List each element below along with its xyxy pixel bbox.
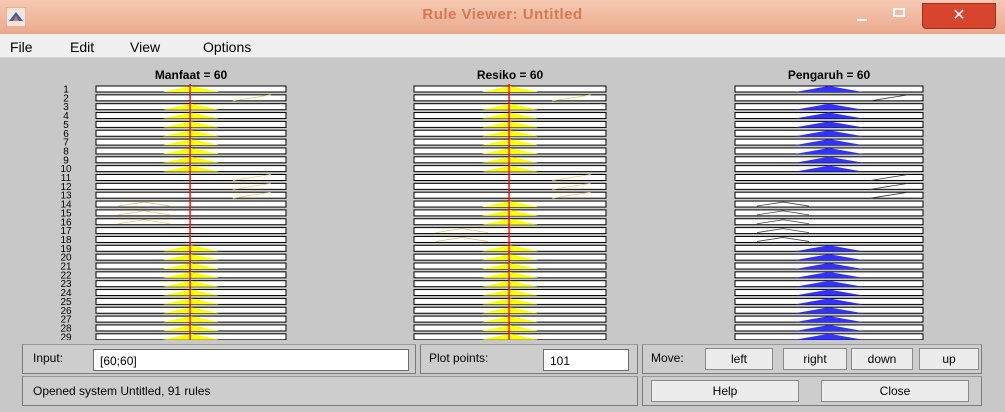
plot-points-field[interactable]: 101: [543, 349, 629, 371]
maximize-button[interactable]: [885, 6, 913, 24]
rule-cell: [734, 200, 924, 208]
rule-cell: [734, 94, 924, 102]
rule-cell: [95, 218, 287, 226]
move-panel: Move: left right down up: [642, 344, 982, 374]
plot-points-panel: Plot points: 101: [420, 344, 638, 374]
menu-options[interactable]: Options: [203, 39, 251, 55]
help-button[interactable]: Help: [651, 380, 799, 402]
menu-edit[interactable]: Edit: [70, 39, 94, 55]
rule-cell: [734, 235, 924, 243]
rule-cell: [413, 191, 607, 199]
title-bar: Rule Viewer: Untitled ✕: [0, 0, 1005, 34]
rule-plots-canvas[interactable]: Manfaat = 60 Resiko = 60 Pengaruh = 601234…: [0, 58, 1005, 340]
rule-cell: [95, 209, 287, 217]
rule-cell: [413, 182, 607, 190]
input-panel: Input: [60;60]: [22, 344, 416, 374]
move-right-button[interactable]: right: [783, 348, 847, 370]
rule-cell: [734, 209, 924, 217]
move-left-button[interactable]: left: [705, 348, 773, 370]
rule-cell: [734, 227, 924, 235]
input-field[interactable]: [60;60]: [93, 349, 409, 371]
rule-cell: [95, 200, 287, 208]
menu-bar: File Edit View Options: [0, 34, 1005, 58]
move-label: Move:: [651, 351, 684, 365]
rule-plot-area: Manfaat = 60 Resiko = 60 Pengaruh = 60 1 2 3 4…: [0, 58, 1005, 340]
input-label: Input:: [33, 351, 64, 365]
rule-cell: [734, 182, 924, 190]
rule-cell: [95, 235, 287, 243]
rule-cell: [734, 174, 924, 181]
plot-title-0: Manfaat = 60: [155, 68, 228, 82]
status-panel: Opened system Untitled, 91 rules: [22, 376, 638, 406]
minimize-button[interactable]: [848, 8, 876, 26]
menu-view[interactable]: View: [130, 39, 160, 55]
rule-cell: [95, 182, 287, 190]
plot-points-label: Plot points:: [429, 351, 489, 365]
rule-number: 29: [60, 332, 72, 340]
rule-cell: [95, 227, 287, 235]
minimize-icon: [857, 19, 867, 21]
move-up-button[interactable]: up: [919, 348, 979, 370]
rule-cell: [734, 218, 924, 226]
close-button[interactable]: Close: [821, 380, 969, 402]
rule-cell: [413, 94, 607, 102]
plot-title-2: Pengaruh = 60: [788, 68, 871, 82]
rule-cell: [413, 227, 607, 235]
plot-title-1: Resiko = 60: [477, 68, 544, 82]
rule-cell: [95, 174, 287, 181]
rule-viewer-window: Rule Viewer: Untitled ✕ File Edit View O…: [0, 0, 1005, 412]
move-down-button[interactable]: down: [851, 348, 913, 370]
rule-cell: [95, 191, 287, 199]
status-text: Opened system Untitled, 91 rules: [33, 384, 211, 398]
rule-cell: [734, 191, 924, 199]
rule-cell: [95, 94, 287, 102]
rule-cell: [413, 235, 607, 243]
window-close-button[interactable]: ✕: [922, 3, 996, 29]
maximize-icon: [893, 8, 905, 17]
rule-cell: [413, 174, 607, 181]
menu-file[interactable]: File: [10, 39, 33, 55]
control-panel: Input: [60;60] Plot points: 101 Move: le…: [0, 340, 1005, 412]
action-panel: Help Close: [642, 376, 982, 406]
